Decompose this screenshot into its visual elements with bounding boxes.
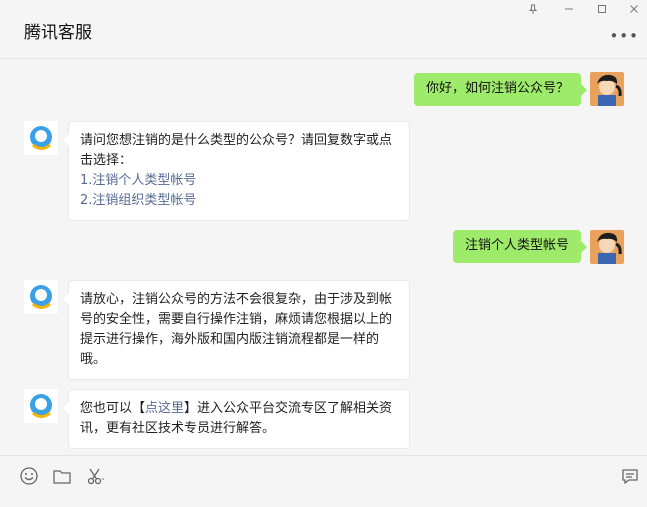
message-text: 请问您想注销的是什么类型的公众号？请回复数字或点击选择： xyxy=(80,133,393,168)
bot-avatar[interactable] xyxy=(24,280,58,314)
pin-icon[interactable] xyxy=(522,2,544,16)
option-link-personal[interactable]: 1.注销个人类型帐号 xyxy=(80,171,398,191)
emoji-icon[interactable] xyxy=(18,465,40,487)
user-message-bubble: 注销个人类型帐号 xyxy=(452,230,588,263)
folder-icon[interactable] xyxy=(51,465,73,487)
minimize-icon[interactable] xyxy=(558,2,580,16)
more-icon[interactable]: ••• xyxy=(609,27,639,45)
user-message-bubble: 你好，如何注销公众号？ xyxy=(413,73,588,106)
message-text: 注销个人类型帐号 xyxy=(464,238,569,253)
maximize-icon[interactable] xyxy=(591,2,613,16)
bot-message-bubble: 请放心，注销公众号的方法不会很复杂，由于涉及到帐号的安全性，需要自行操作注销，麻… xyxy=(63,280,410,380)
click-here-link[interactable]: 点这里 xyxy=(145,401,184,416)
message-text-before: 您也可以【 xyxy=(80,401,146,416)
chat-area[interactable]: 你好，如何注销公众号？ 请问您想注销的是什么类型的公众号？请回复数字或点击选择：… xyxy=(0,59,647,454)
bot-message-bubble: 请问您想注销的是什么类型的公众号？请回复数字或点击选择： 1.注销个人类型帐号 … xyxy=(63,121,410,221)
chat-bubble-icon[interactable] xyxy=(619,465,641,487)
bot-message-bubble: 您也可以【点这里】进入公众平台交流专区了解相关资讯，更有社区技术专员进行解答。 xyxy=(63,389,410,449)
scissors-icon[interactable] xyxy=(84,465,106,487)
input-toolbar xyxy=(0,455,647,507)
window-title: 腾讯客服 xyxy=(24,23,92,43)
message-text: 你好，如何注销公众号？ xyxy=(425,81,569,96)
close-icon[interactable] xyxy=(623,2,645,16)
user-avatar[interactable] xyxy=(590,72,624,106)
option-link-organization[interactable]: 2.注销组织类型帐号 xyxy=(80,191,398,211)
bot-avatar[interactable] xyxy=(24,389,58,423)
title-bar: 腾讯客服 ••• xyxy=(0,0,647,59)
user-avatar[interactable] xyxy=(590,230,624,264)
bot-avatar[interactable] xyxy=(24,121,58,155)
message-text: 请放心，注销公众号的方法不会很复杂，由于涉及到帐号的安全性，需要自行操作注销，麻… xyxy=(80,292,393,367)
